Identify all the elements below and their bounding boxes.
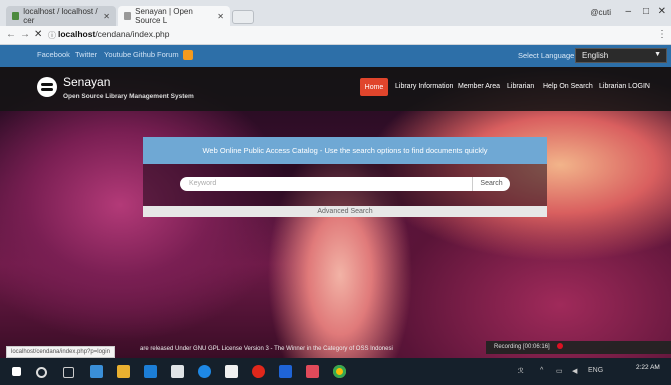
forum-link[interactable]: Forum: [157, 50, 179, 59]
search-heading: Web Online Public Access Catalog - Use t…: [143, 137, 547, 164]
tray-expand-icon[interactable]: ^: [540, 367, 543, 374]
url-path: /cendana/index.php: [95, 29, 170, 39]
site-tagline: Open Source Library Management System: [63, 93, 194, 100]
address-bar: ← → ✕ ⓘ localhost/cendana/index.php ⋮: [0, 26, 671, 45]
nav-help-on-search[interactable]: Help On Search: [543, 83, 593, 90]
site-brand[interactable]: Senayan: [63, 75, 110, 89]
language-value: English: [582, 51, 609, 60]
footer-license-text: are released Under GNU GPL License Versi…: [140, 346, 393, 352]
app-icon[interactable]: [306, 365, 319, 378]
network-icon[interactable]: ▭: [556, 367, 563, 375]
new-tab-button[interactable]: [232, 10, 254, 24]
info-icon[interactable]: ⓘ: [48, 30, 56, 41]
search-icon[interactable]: [36, 367, 47, 378]
browser-tab-phpmyadmin[interactable]: localhost / localhost / cer ✕: [6, 6, 116, 26]
app-icon[interactable]: [225, 365, 238, 378]
browser-menu-icon[interactable]: ⋮: [657, 29, 667, 40]
chrome-icon[interactable]: [333, 365, 346, 378]
page-favicon-icon: [124, 12, 132, 20]
search-button[interactable]: Search: [472, 177, 510, 191]
recording-indicator: Recording [00:06:16]: [486, 341, 671, 354]
advanced-search-link[interactable]: Advanced Search: [143, 206, 547, 217]
input-language[interactable]: ENG: [588, 367, 603, 374]
senayan-logo-icon[interactable]: [37, 77, 57, 97]
windows-taskbar: ℛ ^ ▭ ◀ ENG 2:22 AM: [0, 358, 671, 385]
browser-profile[interactable]: @cuti: [590, 8, 611, 17]
opera-icon[interactable]: [252, 365, 265, 378]
task-view-icon[interactable]: [63, 367, 74, 378]
start-icon[interactable]: [12, 367, 21, 376]
people-icon[interactable]: ℛ: [518, 367, 524, 375]
browser-tab-senayan[interactable]: Senayan | Open Source L ✕: [118, 6, 230, 26]
social-bar: Facebook Twitter Youtube Github Forum Se…: [0, 45, 671, 67]
close-window-icon[interactable]: ✕: [658, 6, 666, 17]
dropdown-caret-icon: ▼: [654, 51, 661, 58]
nav-home[interactable]: Home: [360, 78, 388, 96]
nav-library-information[interactable]: Library Information: [395, 83, 453, 90]
keyword-input[interactable]: Keyword: [180, 177, 472, 191]
volume-icon[interactable]: ◀: [572, 367, 577, 375]
maximize-icon[interactable]: □: [643, 6, 649, 17]
recording-label: Recording [00:06:16]: [494, 344, 550, 350]
facebook-link[interactable]: Facebook: [37, 50, 70, 59]
status-bar-url: localhost/cendana/index.php?p=login: [6, 346, 115, 358]
language-label: Select Language: [518, 51, 575, 60]
language-select[interactable]: English ▼: [575, 48, 667, 63]
forward-icon[interactable]: →: [20, 29, 30, 40]
app-icon[interactable]: [144, 365, 157, 378]
clock[interactable]: 2:22 AM: [636, 364, 660, 372]
site-header: Senayan Open Source Library Management S…: [0, 67, 671, 111]
back-icon[interactable]: ←: [6, 29, 16, 40]
store-icon[interactable]: [90, 365, 103, 378]
nav-member-area[interactable]: Member Area: [458, 83, 500, 90]
tab-title: Senayan | Open Source L: [135, 7, 193, 25]
url-host: localhost: [58, 29, 96, 39]
phpmyadmin-favicon-icon: [12, 12, 20, 20]
stop-loading-icon[interactable]: ✕: [34, 29, 42, 40]
tab-title: localhost / localhost / cer: [23, 7, 98, 25]
nav-librarian[interactable]: Librarian: [507, 83, 534, 90]
nav-librarian-login[interactable]: Librarian LOGIN: [599, 83, 650, 90]
close-tab-icon[interactable]: ✕: [217, 12, 224, 21]
website-viewport: Facebook Twitter Youtube Github Forum Se…: [0, 45, 671, 358]
rss-icon[interactable]: [183, 50, 193, 60]
facebook-icon[interactable]: [279, 365, 292, 378]
twitter-link[interactable]: Twitter: [75, 50, 97, 59]
url-field[interactable]: localhost/cendana/index.php: [58, 29, 170, 39]
file-explorer-icon[interactable]: [117, 365, 130, 378]
github-link[interactable]: Github: [133, 50, 155, 59]
youtube-link[interactable]: Youtube: [104, 50, 131, 59]
close-tab-icon[interactable]: ✕: [103, 12, 110, 21]
minimize-icon[interactable]: –: [625, 6, 631, 17]
record-icon[interactable]: [557, 343, 564, 350]
app-icon[interactable]: [171, 365, 184, 378]
edge-icon[interactable]: [198, 365, 211, 378]
clock-time: 2:22 AM: [636, 364, 660, 371]
browser-tab-strip: localhost / localhost / cer ✕ Senayan | …: [0, 0, 671, 26]
